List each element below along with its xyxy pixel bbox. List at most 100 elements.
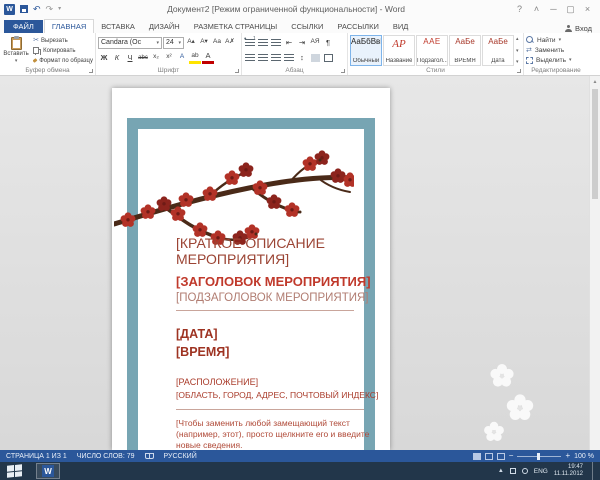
tab-home[interactable]: ГЛАВНАЯ [44,19,94,33]
justify-button[interactable] [283,51,295,64]
tab-references[interactable]: ССЫЛКИ [284,20,330,33]
font-size-combo[interactable]: 24 ▾ [163,37,184,49]
line-spacing-button[interactable]: ↕ [296,51,308,64]
word-count[interactable]: ЧИСЛО СЛОВ: 79 [77,453,135,460]
select-button[interactable]: Выделить ▾ [526,55,586,65]
select-dropdown-icon[interactable]: ▾ [569,57,572,63]
tray-clock[interactable]: 19:47 11.11.2012 [554,464,583,478]
event-title-placeholder[interactable]: [ЗАГОЛОВОК МЕРОПРИЯТИЯ] [176,274,366,289]
zoom-level[interactable]: 100 % [574,453,594,460]
tray-expand-icon[interactable]: ▲ [498,468,504,474]
clear-formatting-button[interactable]: А✗ [224,36,236,49]
zoom-slider-thumb[interactable] [537,453,540,460]
underline-button[interactable]: Ч [124,51,136,64]
save-icon[interactable] [20,5,28,13]
style-normal[interactable]: АаБбВвГ Обычный [350,35,382,66]
italic-button[interactable]: К [111,51,123,64]
align-center-button[interactable] [257,51,269,64]
font-size-dropdown-icon[interactable]: ▾ [177,40,181,46]
sign-in-button[interactable]: Вход [565,24,600,33]
help-button[interactable]: ? [511,4,528,14]
vertical-scrollbar[interactable]: ▲ [589,76,600,450]
restore-button[interactable]: ▢ [562,4,579,15]
scrollbar-thumb[interactable] [592,89,598,199]
tab-page-layout[interactable]: РАЗМЕТКА СТРАНИЦЫ [187,20,284,33]
event-description-placeholder[interactable]: [КРАТКОЕ ОПИСАНИЕ МЕРОПРИЯТИЯ] [176,236,348,267]
event-location-placeholder[interactable]: [РАСПОЛОЖЕНИЕ] [176,377,366,387]
tab-view[interactable]: ВИД [386,20,415,33]
style-time[interactable]: АаБе ВРЕМЯ [449,35,481,66]
show-desktop-button[interactable] [592,462,596,480]
proofing-icon[interactable] [145,453,154,459]
instruction-note-placeholder[interactable]: [Чтобы заменить любой замещающий текст (… [176,418,372,450]
highlight-button[interactable]: ab [189,51,201,64]
paragraph-dialog-launcher[interactable] [341,69,345,73]
tray-language[interactable]: ENG [534,468,548,475]
style-date[interactable]: АаБе Дата [482,35,514,66]
tab-insert[interactable]: ВСТАВКА [94,20,142,33]
strikethrough-button[interactable]: abc [137,51,149,64]
clipboard-dialog-launcher[interactable] [89,69,93,73]
tab-file[interactable]: ФАЙЛ [4,20,43,33]
styles-scroll-down-icon[interactable]: ▾ [516,48,519,54]
tray-network-icon[interactable] [522,468,528,474]
zoom-in-button[interactable]: + [565,452,570,460]
font-dialog-launcher[interactable] [235,69,239,73]
replace-button[interactable]: ⇄ Заменить [526,45,586,55]
tab-mailings[interactable]: РАССЫЛКИ [330,20,386,33]
event-subtitle-placeholder[interactable]: [ПОДЗАГОЛОВОК МЕРОПРИЯТИЯ] [176,292,366,304]
read-mode-button[interactable] [473,453,481,460]
undo-icon[interactable]: ↶ [33,5,41,14]
align-right-button[interactable] [270,51,282,64]
find-button[interactable]: Найти ▾ [526,35,586,45]
font-color-button[interactable]: А [202,51,214,64]
numbering-button[interactable] [257,36,269,49]
style-subtitle[interactable]: ААЕ Подзагол... [416,35,448,66]
format-painter-button[interactable]: Формат по образцу [33,56,93,65]
paste-button[interactable]: Вставить ▾ [2,35,30,66]
style-title[interactable]: АР Название [383,35,415,66]
web-layout-button[interactable] [497,453,505,460]
decrease-indent-button[interactable]: ⇤ [283,36,295,49]
grow-font-button[interactable]: А▴ [185,36,197,49]
redo-icon[interactable]: ↷ [46,5,54,14]
cut-button[interactable]: ✂ Вырезать [33,36,93,45]
font-name-dropdown-icon[interactable]: ▾ [155,40,159,46]
ribbon-display-options-button[interactable]: ˄ [528,4,545,14]
start-button[interactable] [7,464,22,478]
styles-scroll-up-icon[interactable]: ▴ [516,36,519,42]
sort-button[interactable]: АЯ [309,36,321,49]
find-dropdown-icon[interactable]: ▾ [559,37,562,43]
styles-more-icon[interactable]: ▾ [516,59,519,65]
event-time-placeholder[interactable]: [ВРЕМЯ] [176,345,366,359]
zoom-out-button[interactable]: − [509,452,514,460]
paste-dropdown-icon[interactable]: ▾ [15,58,18,64]
print-layout-button[interactable] [485,453,493,460]
event-date-placeholder[interactable]: [ДАТА] [176,327,366,341]
superscript-button[interactable]: x² [163,51,175,64]
bold-button[interactable]: Ж [98,51,110,64]
shrink-font-button[interactable]: А▾ [198,36,210,49]
font-name-combo[interactable]: Candara (Ос ▾ [98,37,162,49]
subscript-button[interactable]: x₂ [150,51,162,64]
tab-design[interactable]: ДИЗАЙН [142,20,187,33]
text-effects-button[interactable]: А [176,51,188,64]
change-case-button[interactable]: Аа [211,36,223,49]
shading-button[interactable] [309,51,321,64]
copy-button[interactable]: Копировать [33,46,93,55]
multilevel-list-button[interactable] [270,36,282,49]
language-indicator[interactable]: РУССКИЙ [164,453,197,460]
tray-status-icon[interactable] [510,468,516,474]
align-left-button[interactable] [244,51,256,64]
page-indicator[interactable]: СТРАНИЦА 1 ИЗ 1 [6,453,67,460]
scroll-up-icon[interactable]: ▲ [590,76,600,87]
increase-indent-button[interactable]: ⇥ [296,36,308,49]
styles-dialog-launcher[interactable] [517,69,521,73]
show-marks-button[interactable]: ¶ [322,36,334,49]
taskbar-word-button[interactable]: W [36,463,60,479]
event-address-placeholder[interactable]: [ОБЛАСТЬ, ГОРОД, АДРЕС, ПОЧТОВЫЙ ИНДЕКС] [176,390,366,400]
zoom-slider[interactable] [517,456,561,457]
minimize-button[interactable]: ─ [545,4,562,14]
borders-button[interactable] [322,51,334,64]
close-button[interactable]: × [579,4,596,14]
